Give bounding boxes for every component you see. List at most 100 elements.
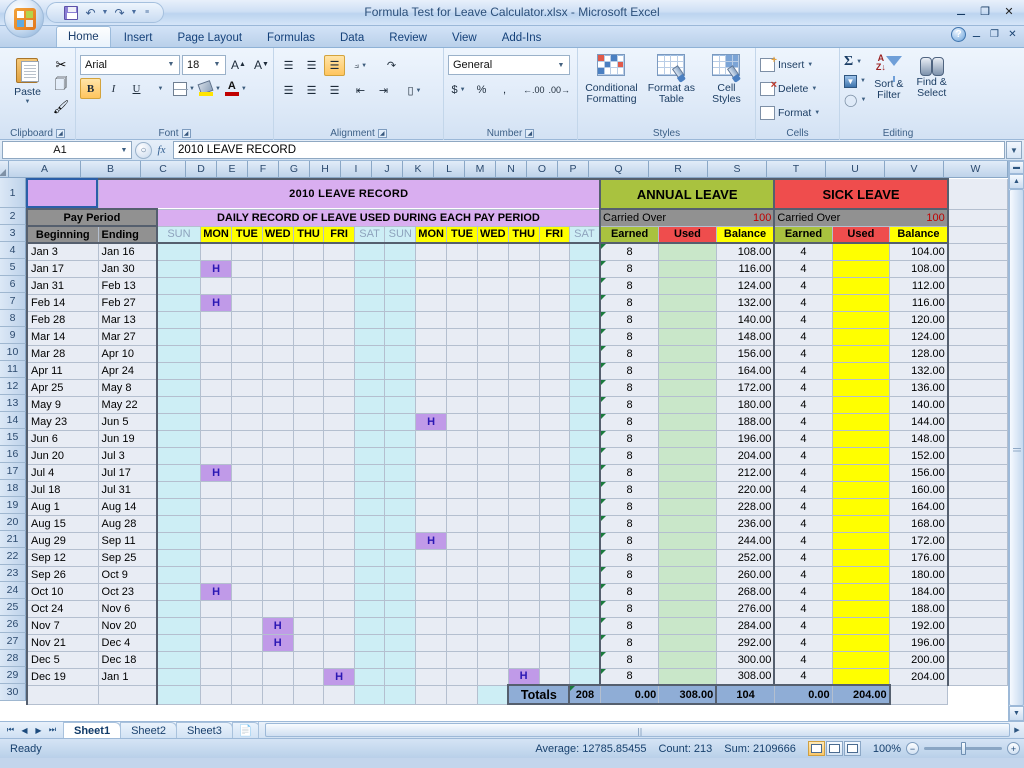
cell-day-8-2[interactable]	[231, 311, 263, 329]
cell-day-7-6[interactable]	[354, 294, 386, 312]
cell-day-8-9[interactable]	[446, 311, 478, 329]
day-header-10[interactable]: WED	[477, 226, 509, 244]
cell-day-7-4[interactable]	[293, 294, 325, 312]
cell-empty-30-1[interactable]	[200, 685, 233, 705]
row-header-5[interactable]: 5	[0, 259, 26, 276]
cell-day-9-2[interactable]	[231, 328, 263, 346]
cell-day-25-10[interactable]	[477, 600, 509, 618]
cell-W-29[interactable]	[947, 668, 1008, 686]
cell-day-7-5[interactable]	[323, 294, 355, 312]
cell-day-15-4[interactable]	[293, 430, 325, 448]
cell-day-4-12[interactable]	[539, 243, 570, 261]
underline-dropdown-icon[interactable]: ▼	[149, 78, 170, 99]
cell-annual-balance-4[interactable]: 108.00	[716, 243, 776, 261]
fill-dropdown-icon[interactable]: ▼	[860, 78, 866, 84]
next-sheet-icon[interactable]: ▶	[32, 724, 45, 737]
cell-day-8-1[interactable]	[200, 311, 233, 329]
cell-day-11-3[interactable]	[262, 362, 294, 380]
cell-day-10-10[interactable]	[477, 345, 509, 363]
delete-cells-button[interactable]: Delete ▼	[760, 78, 817, 100]
row-header-10[interactable]: 10	[0, 344, 26, 361]
cell-day-16-11[interactable]	[508, 447, 540, 465]
cell-annual-balance-6[interactable]: 124.00	[716, 277, 776, 295]
horizontal-scroll-thumb[interactable]	[265, 723, 1010, 737]
cell-day-10-9[interactable]	[446, 345, 478, 363]
cell-day-9-9[interactable]	[446, 328, 478, 346]
cell-sick-balance-16[interactable]: 152.00	[889, 447, 949, 465]
tab-view[interactable]: View	[440, 27, 489, 47]
align-center-icon[interactable]: ☰	[301, 80, 322, 101]
cell-day-20-7[interactable]	[384, 515, 417, 533]
cell-day-15-11[interactable]	[508, 430, 540, 448]
cell-day-29-9[interactable]	[446, 668, 478, 686]
day-header-8[interactable]: MON	[415, 226, 448, 244]
cell-end-6[interactable]: Feb 13	[98, 277, 158, 295]
cell-day-16-12[interactable]	[539, 447, 570, 465]
scroll-right-icon[interactable]: ▶	[1010, 722, 1024, 737]
cell-sick-earned-8[interactable]: 4	[774, 311, 833, 329]
cell-day-23-0[interactable]	[156, 566, 202, 584]
cell-day-18-7[interactable]	[384, 481, 417, 499]
cell-day-10-3[interactable]	[262, 345, 294, 363]
cell-day-11-5[interactable]	[323, 362, 355, 380]
cell-day-10-4[interactable]	[293, 345, 325, 363]
cell-annual-earned-23[interactable]: 8	[599, 566, 660, 584]
insert-function-icon[interactable]: fx	[153, 142, 170, 159]
cell-day-13-11[interactable]	[508, 396, 540, 414]
cell-day-25-4[interactable]	[293, 600, 325, 618]
cell-day-14-0[interactable]	[156, 413, 202, 431]
cell-day-12-3[interactable]	[262, 379, 294, 397]
cell-sick-earned-25[interactable]: 4	[774, 600, 833, 618]
insert-dropdown-icon[interactable]: ▼	[807, 62, 813, 68]
cell-day-21-11[interactable]	[508, 532, 540, 550]
cell-day-29-8[interactable]	[415, 668, 448, 686]
cell-sick-earned-7[interactable]: 4	[774, 294, 833, 312]
cell-sick-earned-17[interactable]: 4	[774, 464, 833, 482]
cell-W-25[interactable]	[947, 600, 1008, 618]
column-header-C[interactable]: C	[141, 161, 186, 178]
cell-day-24-10[interactable]	[477, 583, 509, 601]
totals-annual-balance[interactable]: 308.00	[658, 684, 718, 705]
cell-day-17-4[interactable]	[293, 464, 325, 482]
cell-annual-balance-29[interactable]: 308.00	[716, 668, 776, 686]
cell-annual-earned-10[interactable]: 8	[599, 345, 660, 363]
format-dropdown-icon[interactable]: ▼	[814, 110, 820, 116]
cell-day-17-13[interactable]	[569, 464, 601, 482]
column-header-R[interactable]: R	[649, 161, 708, 178]
cell-day-11-9[interactable]	[446, 362, 478, 380]
cell-day-19-11[interactable]	[508, 498, 540, 516]
cell-W-10[interactable]	[947, 345, 1008, 363]
cell-sick-balance-18[interactable]: 160.00	[889, 481, 949, 499]
cell-day-28-3[interactable]	[262, 651, 294, 669]
cell-day-5-2[interactable]	[231, 260, 263, 278]
find-select-button[interactable]: Find & Select	[911, 53, 952, 99]
cell-sick-balance-24[interactable]: 184.00	[889, 583, 949, 601]
cell-end-23[interactable]: Oct 9	[98, 566, 158, 584]
cell-annual-earned-28[interactable]: 8	[599, 651, 660, 669]
cell-day-4-6[interactable]	[354, 243, 386, 261]
decrease-indent-icon[interactable]: ⇤	[350, 80, 371, 101]
cell-day-5-8[interactable]	[415, 260, 448, 278]
column-header-W[interactable]: W	[944, 161, 1008, 178]
clear-dropdown-icon[interactable]: ▼	[860, 97, 866, 103]
cell-annual-earned-18[interactable]: 8	[599, 481, 660, 499]
cell-W-23[interactable]	[947, 566, 1008, 584]
cell-day-26-6[interactable]	[354, 617, 386, 635]
cell-day-5-9[interactable]	[446, 260, 478, 278]
cell-day-5-7[interactable]	[384, 260, 417, 278]
cell-annual-earned-24[interactable]: 8	[599, 583, 660, 601]
col-ending-header[interactable]: Ending	[98, 226, 158, 244]
cell-sick-used-26[interactable]	[832, 617, 891, 635]
cell-sick-earned-14[interactable]: 4	[774, 413, 833, 431]
cell-day-11-11[interactable]	[508, 362, 540, 380]
cell-sick-earned-10[interactable]: 4	[774, 345, 833, 363]
autosum-button[interactable]: Σ ▼	[844, 53, 866, 71]
formula-input[interactable]: 2010 LEAVE RECORD	[173, 141, 1005, 159]
increase-indent-icon[interactable]: ⇥	[373, 80, 394, 101]
cell-day-6-6[interactable]	[354, 277, 386, 295]
cell-day-25-2[interactable]	[231, 600, 263, 618]
cell-annual-earned-26[interactable]: 8	[599, 617, 660, 635]
clear-button[interactable]: ◯ ▼	[844, 91, 866, 109]
cell-day-28-5[interactable]	[323, 651, 355, 669]
cell-W-19[interactable]	[947, 498, 1008, 516]
